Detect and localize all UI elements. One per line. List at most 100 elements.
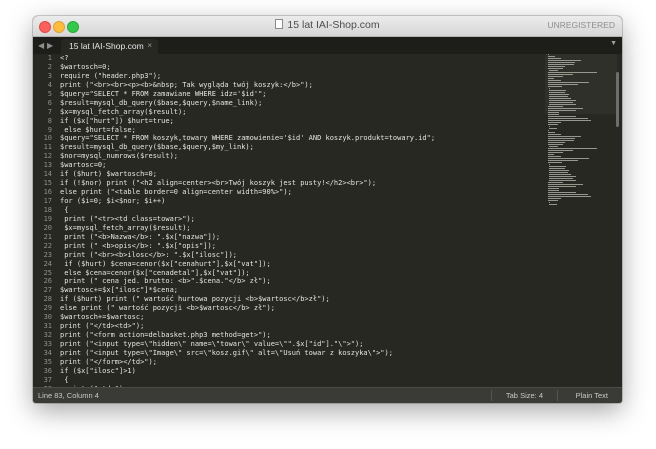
line-number: 1: [47, 54, 52, 62]
code-line[interactable]: $query="SELECT * FROM zamawiane WHERE id…: [60, 90, 540, 99]
line-number: 26: [43, 277, 52, 286]
minimap-line: [548, 200, 558, 202]
tab-label: 15 lat IAI-Shop.com: [69, 41, 144, 51]
tab-size-selector[interactable]: Tab Size: 4: [506, 391, 543, 400]
vertical-scrollbar[interactable]: [616, 72, 619, 127]
code-line[interactable]: $wartosc+=$x["ilosc"]*$cena;: [60, 286, 540, 295]
line-number: 27: [43, 286, 52, 295]
line-number: 19: [43, 214, 52, 223]
minimap-line: [548, 124, 558, 126]
code-line[interactable]: print (" cena jed. brutto: <b>".$cena."<…: [60, 277, 540, 286]
line-number: 20: [43, 223, 52, 232]
line-number-gutter: 1 2 3 4 5 6 7 8 9 10 11 12 13 14 15 16 17 18 19 20 21 22 23 24 2…: [33, 54, 55, 388]
line-number: 33: [43, 340, 52, 348]
code-line[interactable]: if ($hurt) $wartosch=0;: [60, 170, 540, 179]
code-line[interactable]: print (" <b>opis</b>: ".$x["opis"]);: [60, 242, 540, 251]
code-line[interactable]: print ("<br><b>ilosc</b>: ".$x["ilosc"])…: [60, 251, 540, 260]
status-divider: [491, 390, 492, 401]
line-number: 28: [43, 295, 52, 304]
code-line[interactable]: print ("</form></td>");: [60, 358, 540, 367]
code-line[interactable]: print ("</td><td>");: [60, 322, 540, 331]
minimap-line: [548, 204, 557, 206]
line-number: 30: [43, 313, 52, 322]
code-line[interactable]: $nor=mysql_numrows($result);: [60, 152, 540, 161]
chevron-right-icon[interactable]: ▶: [47, 41, 53, 50]
line-number: 15: [43, 179, 52, 188]
line-number: 12: [43, 152, 52, 161]
line-number: 7: [47, 107, 52, 116]
line-number: 32: [43, 331, 52, 340]
minimap-line: [548, 162, 562, 164]
line-number: 25: [43, 268, 52, 277]
minimap-line: [548, 86, 562, 88]
line-number: 29: [43, 304, 52, 313]
status-bar: Line 83, Column 4 Tab Size: 4 Plain Text: [33, 387, 622, 403]
code-line[interactable]: $result=mysql_db_query($base,$query,$nam…: [60, 99, 540, 108]
line-number: 18: [43, 205, 52, 214]
code-line[interactable]: $x=mysql_fetch_array($result);: [60, 108, 540, 117]
editor-window: 15 lat IAI-Shop.com UNREGISTERED ◀ ▶ 15 …: [33, 16, 622, 403]
line-number: 13: [43, 161, 52, 170]
tab-active-file[interactable]: 15 lat IAI-Shop.com ×: [61, 39, 158, 54]
line-number: 4: [47, 80, 52, 89]
code-line[interactable]: $wartosch+=$wartosc;: [60, 313, 540, 322]
line-number: 31: [43, 322, 52, 331]
code-line[interactable]: print ("<tr><td class=towar>");: [60, 215, 540, 224]
code-line[interactable]: for ($i=0; $i<$nor; $i++): [60, 197, 540, 206]
code-line[interactable]: else print ("<table border=0 align=cente…: [60, 188, 540, 197]
code-line[interactable]: require ("header.php3");: [60, 72, 540, 81]
code-line[interactable]: if ($x["hurt"]) $hurt=true;: [60, 117, 540, 126]
window-title-wrap: 15 lat IAI-Shop.com: [33, 19, 622, 31]
code-line[interactable]: if ($hurt) $cena=cenor($x["cenahurt"],$x…: [60, 260, 540, 269]
code-line[interactable]: $result=mysql_db_query($base,$query,$my_…: [60, 143, 540, 152]
status-divider: [557, 390, 558, 401]
code-line[interactable]: $query="SELECT * FROM koszyk,towary WHER…: [60, 134, 540, 143]
line-number: 22: [43, 241, 52, 250]
code-line[interactable]: $wartosch=0;: [60, 63, 540, 72]
code-line[interactable]: $x=mysql_fetch_array($result);: [60, 224, 540, 233]
unregistered-label: UNREGISTERED: [547, 20, 615, 30]
line-number: 23: [43, 250, 52, 259]
line-number: 16: [43, 188, 52, 197]
line-number: 9: [47, 125, 52, 134]
code-line[interactable]: print ("<br><br><p><b>&nbsp; Tak wygląda…: [60, 81, 540, 90]
title-bar: 15 lat IAI-Shop.com UNREGISTERED: [33, 16, 622, 37]
code-editor[interactable]: <? $wartosch=0; require ("header.php3"); pr…: [60, 54, 540, 388]
code-line[interactable]: <?: [60, 54, 540, 63]
code-line[interactable]: else print (" wartość pozycji <b>$wartos…: [60, 304, 540, 313]
code-line[interactable]: print ("<form action=delbasket.php3 meth…: [60, 331, 540, 340]
document-icon: [275, 19, 284, 29]
code-line[interactable]: print ("<input type=\"hidden\" name=\"to…: [60, 340, 540, 349]
syntax-selector[interactable]: Plain Text: [576, 391, 608, 400]
code-line[interactable]: $wartosc=0;: [60, 161, 540, 170]
close-tab-icon[interactable]: ×: [147, 41, 152, 50]
code-line[interactable]: {: [60, 206, 540, 215]
line-number: 14: [43, 170, 52, 179]
code-line[interactable]: if ($x["ilosc"]>1): [60, 367, 540, 376]
line-number: 2: [47, 62, 52, 71]
line-number: 36: [43, 366, 52, 375]
line-number: 24: [43, 259, 52, 268]
minimap[interactable]: [548, 54, 613, 388]
cursor-position: Line 83, Column 4: [38, 391, 99, 400]
line-number: 11: [43, 143, 52, 152]
line-number: 17: [43, 197, 52, 205]
code-line[interactable]: print ("<b>Nazwa</b>: ".$x["nazwa"]);: [60, 233, 540, 242]
window-title: 15 lat IAI-Shop.com: [287, 19, 380, 31]
code-line[interactable]: print ("<input type=\"Image\" src=\"kosz…: [60, 349, 540, 358]
code-line[interactable]: if ($hurt) print (" wartość hurtowa pozy…: [60, 295, 540, 304]
line-number: 37: [43, 375, 52, 384]
line-number: 6: [47, 98, 52, 107]
code-line[interactable]: else $hurt=false;: [60, 126, 540, 135]
line-number: 8: [47, 116, 52, 125]
tab-bar: ◀ ▶ 15 lat IAI-Shop.com × ▼: [33, 37, 622, 54]
tab-dropdown-icon[interactable]: ▼: [610, 40, 617, 47]
chevron-left-icon[interactable]: ◀: [38, 41, 44, 50]
line-number: 5: [47, 89, 52, 98]
line-number: 35: [43, 357, 52, 366]
code-line[interactable]: else $cena=cenor($x["cenadetal"],$x["vat…: [60, 269, 540, 278]
line-number: 3: [47, 71, 52, 80]
line-number: 34: [43, 348, 52, 357]
code-line[interactable]: if (!$nor) print ("<h2 align=center><br>…: [60, 179, 540, 188]
code-line[interactable]: {: [60, 376, 540, 385]
